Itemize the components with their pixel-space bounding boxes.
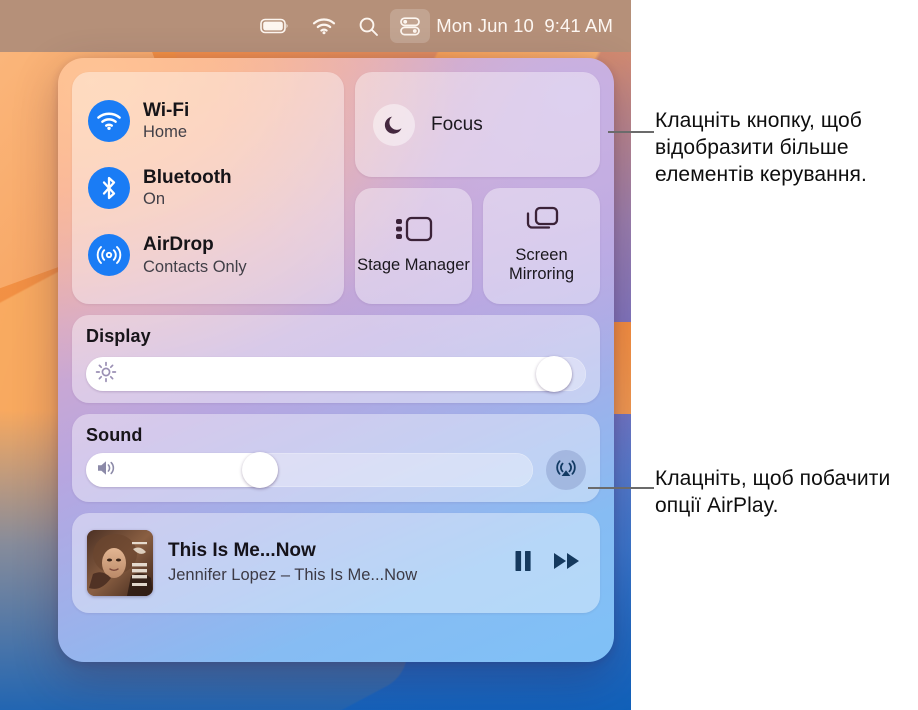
sound-slider-row — [86, 450, 586, 490]
wifi-toggle-text: Wi-Fi Home — [143, 100, 189, 142]
pause-icon[interactable] — [512, 548, 534, 579]
display-slider-fill — [86, 357, 573, 391]
wifi-subtitle: Home — [143, 123, 188, 142]
display-slider-knob[interactable] — [536, 356, 573, 392]
airdrop-toggle-text: AirDrop Contacts Only — [143, 234, 247, 276]
speaker-icon — [95, 458, 119, 483]
sound-label: Sound — [86, 425, 143, 445]
stage-manager-icon — [394, 214, 434, 249]
callout-text-2: Клацніть, щоб побачити опції AirPlay. — [655, 467, 891, 517]
airdrop-icon — [88, 234, 130, 277]
sound-slider[interactable] — [86, 452, 533, 488]
screen-mirroring-icon — [523, 204, 561, 239]
moon-icon — [373, 103, 415, 146]
battery-icon[interactable] — [249, 8, 301, 44]
now-playing-text: This Is Me...Now Jennifer Lopez – This I… — [168, 540, 497, 586]
sound-tile: Sound — [72, 414, 600, 502]
now-playing-subtitle: Jennifer Lopez – This Is Me...Now — [168, 566, 418, 584]
bluetooth-toggle[interactable]: Bluetooth On — [88, 158, 328, 218]
stage-manager-label: Stage Manager — [357, 255, 470, 274]
control-center-panel: Wi-Fi Home Bluetooth On AirDrop Contacts… — [58, 58, 614, 662]
album-artwork[interactable] — [87, 530, 153, 596]
airdrop-subtitle: Contacts Only — [143, 257, 247, 276]
focus-button[interactable]: Focus — [355, 72, 600, 177]
control-center-icon[interactable] — [390, 9, 431, 43]
display-label: Display — [86, 326, 151, 346]
airplay-audio-button[interactable] — [546, 450, 586, 490]
callout-leader-line-2 — [588, 487, 654, 489]
airdrop-toggle[interactable]: AirDrop Contacts Only — [88, 225, 328, 285]
now-playing-title: This Is Me...Now — [168, 540, 316, 562]
focus-label: Focus — [431, 113, 483, 135]
wifi-icon — [88, 99, 130, 142]
now-playing-tile: This Is Me...Now Jennifer Lopez – This I… — [72, 513, 600, 613]
brightness-icon — [95, 361, 117, 388]
media-controls — [512, 548, 582, 579]
control-center-tile-pair: Stage Manager Screen Mirroring — [355, 188, 600, 304]
screen-mirroring-button[interactable]: Screen Mirroring — [483, 188, 600, 304]
screen-mirroring-label: Screen Mirroring — [508, 246, 575, 283]
airplay-audio-icon — [554, 456, 578, 485]
menu-bar-clock[interactable]: Mon Jun 10 9:41 AM — [430, 15, 613, 37]
bluetooth-toggle-text: Bluetooth On — [143, 167, 232, 209]
display-slider[interactable] — [86, 356, 586, 392]
callout-text-1: Клацніть кнопку, щоб відобразити більше … — [655, 109, 867, 186]
sound-slider-knob[interactable] — [242, 452, 279, 488]
control-center-top-row: Wi-Fi Home Bluetooth On AirDrop Contacts… — [72, 72, 600, 304]
connectivity-tile: Wi-Fi Home Bluetooth On AirDrop Contacts… — [72, 72, 344, 304]
display-slider-row — [86, 356, 586, 392]
callout-leader-line-1 — [608, 131, 654, 133]
wifi-icon[interactable] — [301, 8, 347, 44]
wifi-toggle[interactable]: Wi-Fi Home — [88, 91, 328, 151]
stage-manager-button[interactable]: Stage Manager — [355, 188, 472, 304]
fast-forward-icon[interactable] — [552, 548, 582, 579]
display-tile: Display — [72, 315, 600, 403]
screenshot-crop: Mon Jun 10 9:41 AM Wi-Fi Home Bluetooth … — [0, 0, 631, 710]
control-center-right-column: Focus Stage Manager Screen Mirroring — [355, 72, 600, 304]
bluetooth-subtitle: On — [143, 190, 166, 209]
search-icon[interactable] — [347, 8, 390, 44]
bluetooth-title: Bluetooth — [143, 167, 232, 189]
wifi-title: Wi-Fi — [143, 99, 190, 121]
airdrop-title: AirDrop — [143, 234, 214, 256]
bluetooth-icon — [88, 166, 130, 209]
menu-bar: Mon Jun 10 9:41 AM — [0, 0, 631, 52]
